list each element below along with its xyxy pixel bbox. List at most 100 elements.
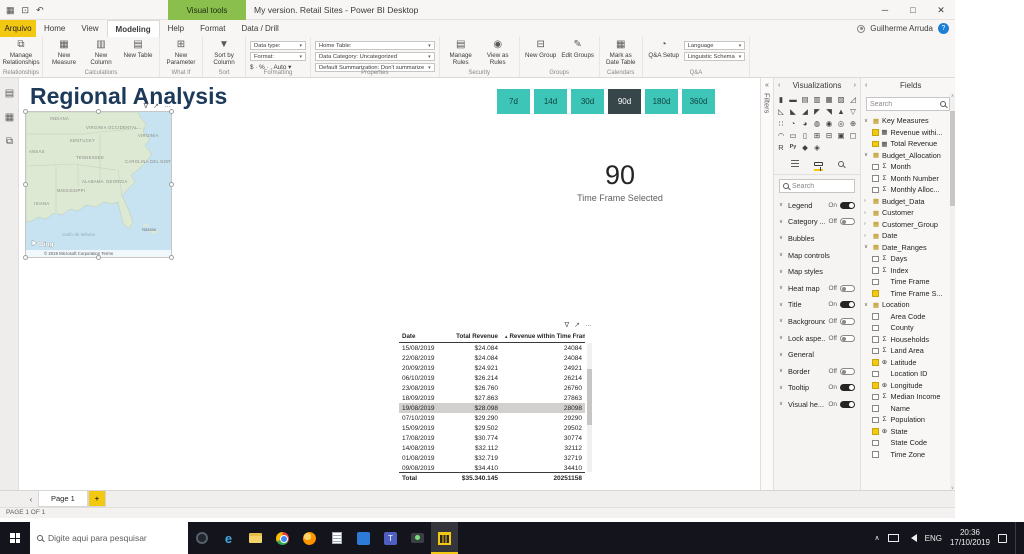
map-icon[interactable]: ◉ [824, 118, 835, 129]
minimize-button[interactable]: ─ [871, 0, 899, 20]
more-options-icon[interactable]: … [585, 321, 592, 329]
table-row[interactable]: 19/08/2019 $28.098 28098 [399, 403, 585, 413]
format-search-input[interactable] [792, 182, 851, 190]
fields-table-key-measures[interactable]: ∨ ▦ Key Measures [861, 115, 955, 127]
qa-visual-icon[interactable]: ◈ [812, 142, 823, 153]
table-row[interactable]: 14/08/2019 $32.112 32112 [399, 443, 585, 453]
volume-icon[interactable] [907, 534, 917, 542]
field-checkbox[interactable] [872, 324, 879, 331]
timeframe-button-14d[interactable]: 14d [534, 89, 567, 114]
ribbon-button-new-table[interactable]: ▤ New Table [121, 39, 155, 59]
background-toggle[interactable] [840, 317, 855, 325]
page-nav-icon[interactable]: ‹ [24, 491, 38, 507]
field-checkbox[interactable] [872, 405, 879, 412]
chevron-down-icon[interactable]: ∨ [864, 118, 870, 124]
resize-handle[interactable] [169, 182, 174, 187]
tab-view[interactable]: View [73, 20, 106, 37]
matrix-icon[interactable]: ▢ [848, 130, 859, 141]
field-item-location-id[interactable]: Location ID [861, 368, 955, 380]
stacked-area-chart-icon[interactable]: ◣ [788, 106, 799, 117]
field-checkbox[interactable] [872, 336, 879, 343]
slicer-icon[interactable]: ⊟ [824, 130, 835, 141]
ribbon-control-language[interactable]: Language [683, 41, 746, 50]
lock-aspe-toggle[interactable] [840, 334, 855, 342]
fields-table-date[interactable]: › ▦ Date [861, 230, 955, 242]
field-item-area-code[interactable]: Area Code [861, 311, 955, 323]
ribbon-button-manage-relationships[interactable]: ⧉ Manage Relationships [2, 39, 39, 66]
file-tab[interactable]: Arquivo [0, 20, 36, 37]
table-row[interactable]: 15/09/2019 $29.502 29502 [399, 423, 585, 433]
resize-handle[interactable] [169, 109, 174, 114]
model-view-icon[interactable]: ⧉ [0, 133, 19, 150]
revenue-table-visual[interactable]: ∇ ↗ … Date Total Revenue ▲Revenue within T… [399, 321, 592, 484]
field-item-state[interactable]: ⊕ State [861, 426, 955, 438]
format-search[interactable] [779, 179, 855, 193]
resize-handle[interactable] [23, 255, 28, 260]
stacked-bar-chart-icon[interactable]: ▮ [776, 94, 787, 105]
ribbon-button-new-group[interactable]: ⊟ New Group [524, 39, 558, 59]
timeframe-button-360d[interactable]: 360d [682, 89, 715, 114]
table-row[interactable]: 18/09/2019 $27.863 27863 [399, 393, 585, 403]
scatter-chart-icon[interactable]: ∷ [776, 118, 787, 129]
format-option-legend[interactable]: ∨ Legend On [774, 197, 860, 214]
ribbon-button-view-as-rules[interactable]: ◉ View as Rules [481, 39, 515, 66]
ribbon-control-data-category-uncategorized[interactable]: Data Category: Uncategorized [315, 52, 435, 61]
field-item-monthly-alloc[interactable]: Σ Monthly Alloc... [861, 184, 955, 196]
waterfall-chart-icon[interactable]: ▲ [836, 106, 847, 117]
format-option-title[interactable]: ∨ Title On [774, 297, 860, 314]
tab-help[interactable]: Help [160, 20, 192, 37]
r-script-visual-icon[interactable]: R [776, 142, 787, 153]
key-influencers-icon[interactable]: ◆ [800, 142, 811, 153]
100-stacked-bar-chart-icon[interactable]: ▦ [824, 94, 835, 105]
fields-table-budget-data[interactable]: › ▦ Budget_Data [861, 196, 955, 208]
field-checkbox[interactable] [872, 290, 879, 297]
field-checkbox[interactable] [872, 451, 879, 458]
chevron-down-icon[interactable]: ∨ [779, 401, 785, 407]
cortana-icon[interactable] [188, 522, 215, 554]
timeframe-card[interactable]: 90 Time Frame Selected [540, 160, 700, 203]
map-visual[interactable]: ∇ ↗ … INDIANA VIRGINIA OCCIDENTAL VIRGINIA… [23, 102, 176, 260]
ribbon-button-sort-by-column[interactable]: ▼ Sort by Column [207, 39, 241, 66]
ribbon-button-manage-rules[interactable]: ▤ Manage Rules [444, 39, 478, 66]
fields-scrollbar[interactable]: ∧ ∨ [950, 93, 955, 490]
field-checkbox[interactable] [872, 428, 879, 435]
scroll-up-icon[interactable]: ∧ [950, 93, 955, 98]
show-desktop-button[interactable] [1015, 522, 1019, 554]
chevron-down-icon[interactable]: ∨ [779, 202, 785, 208]
taskbar-search[interactable]: Digite aqui para pesquisar [30, 522, 188, 554]
clustered-column-chart-icon[interactable]: ▥ [812, 94, 823, 105]
line-and-stacked-column-chart-icon[interactable]: ◢ [800, 106, 811, 117]
filled-map-icon[interactable]: ◎ [836, 118, 847, 129]
collapse-visualizations-icon[interactable]: ‹ [778, 82, 780, 89]
field-item-median-income[interactable]: Σ Median Income [861, 391, 955, 403]
undo-icon[interactable]: ↶ [36, 5, 44, 16]
table-icon[interactable]: ▣ [836, 130, 847, 141]
field-item-time-frame[interactable]: Time Frame [861, 276, 955, 288]
tooltip-toggle[interactable] [840, 384, 855, 392]
resize-handle[interactable] [96, 109, 101, 114]
format-option-border[interactable]: ∨ Border Off [774, 363, 860, 380]
ribbon-control-home-table[interactable]: Home Table: [315, 41, 435, 50]
format-option-heat-map[interactable]: ∨ Heat map Off [774, 280, 860, 297]
fields-table-customer-group[interactable]: › ▦ Customer_Group [861, 219, 955, 231]
resize-handle[interactable] [96, 255, 101, 260]
resize-handle[interactable] [23, 109, 28, 114]
border-toggle[interactable] [840, 367, 855, 375]
field-item-name[interactable]: Name [861, 403, 955, 415]
chevron-right-icon[interactable]: › [864, 198, 870, 204]
chevron-right-icon[interactable]: › [864, 221, 870, 227]
ribbon-button-new-column[interactable]: ▥ New Column [84, 39, 118, 66]
chevron-down-icon[interactable]: ∨ [864, 244, 870, 250]
field-item-month-number[interactable]: Σ Month Number [861, 173, 955, 185]
timeframe-button-180d[interactable]: 180d [645, 89, 678, 114]
column-header-revenue-within-time-frame[interactable]: ▲Revenue within Time Frame [501, 331, 585, 343]
fields-search[interactable] [866, 97, 950, 111]
field-item-days[interactable]: Σ Days [861, 253, 955, 265]
field-checkbox[interactable] [872, 255, 879, 262]
field-item-total-revenue[interactable]: ▦ Total Revenue [861, 138, 955, 150]
fields-tab-icon[interactable] [790, 160, 799, 171]
tab-data-drill[interactable]: Data / Drill [233, 20, 286, 37]
filter-icon[interactable]: ∇ [143, 102, 148, 110]
format-option-visual-he[interactable]: ∨ Visual he... On [774, 396, 860, 413]
table-row[interactable]: 07/10/2019 $29.290 29290 [399, 413, 585, 423]
